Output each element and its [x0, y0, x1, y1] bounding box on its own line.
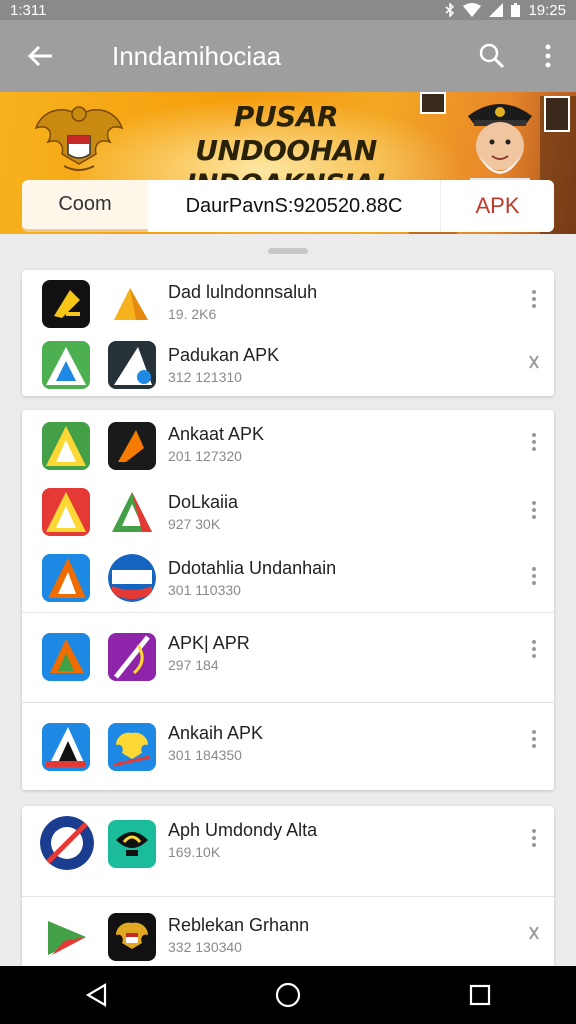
- more-vert-icon[interactable]: [522, 428, 546, 456]
- app-meta: 927 30K: [168, 516, 221, 532]
- banner-tabs: Coom DaurPavnS:920520.88C APK: [22, 180, 554, 232]
- more-vert-icon[interactable]: [522, 635, 546, 663]
- status-time: 1:311: [10, 1, 47, 19]
- app-name: Dad lulndonnsaluh: [168, 282, 318, 302]
- list-item[interactable]: Ddotahlia Undanhain 301 110330: [22, 544, 554, 612]
- app-name: APK| APR: [168, 633, 250, 653]
- blue-orange-play-icon: [42, 633, 90, 681]
- app-name: Ankaih APK: [168, 723, 264, 743]
- teal-black-logo-icon: [108, 820, 156, 868]
- blue-orange-a-icon: [42, 554, 90, 602]
- app-card: Ankaat APK 201 127320 DoLkaiia 927 30K D…: [22, 410, 554, 790]
- app-name: Padukan APK: [168, 345, 280, 365]
- black-gold-emblem-icon: [108, 913, 156, 961]
- list-item[interactable]: APK| APR 297 184: [22, 612, 554, 702]
- green-yellow-a-icon: [42, 422, 90, 470]
- list-item[interactable]: DoLkaiia 927 30K: [22, 478, 554, 544]
- app-meta: 301 184350: [168, 747, 242, 763]
- list-item[interactable]: Reblekan Grhann 332 130340: [22, 896, 554, 966]
- app-card: Aph Umdondy Alta 169.10K Reblekan Grhann…: [22, 806, 554, 966]
- search-icon[interactable]: [464, 20, 520, 92]
- signal-icon: [489, 3, 504, 17]
- more-vert-icon[interactable]: [520, 20, 576, 92]
- home-circle-icon[interactable]: [258, 966, 318, 1024]
- garuda-emblem-icon: [34, 106, 124, 171]
- app-meta: 169.10K: [168, 844, 221, 860]
- purple-slash-icon: [108, 633, 156, 681]
- blue-black-a-icon: [42, 723, 90, 771]
- promo-banner[interactable]: PUSAR UNDOOHAN INDOAKNSIA! Coom DaurPavn…: [0, 92, 576, 234]
- drag-handle[interactable]: [268, 248, 308, 254]
- app-meta: 312 121310: [168, 369, 242, 385]
- black-orange-logo-icon: [108, 422, 156, 470]
- list-item[interactable]: Ankaat APK 201 127320: [22, 410, 554, 478]
- white-green-triangle-icon: [108, 488, 156, 536]
- more-vert-icon[interactable]: [522, 562, 546, 590]
- tab-apk[interactable]: APK: [440, 180, 554, 232]
- app-meta: 297 184: [168, 657, 219, 673]
- system-nav-bar: [0, 966, 576, 1024]
- app-meta: 332 130340: [168, 939, 242, 955]
- status-bar: 1:311 19:25: [0, 0, 576, 20]
- black-yellow-logo-icon: [42, 280, 90, 328]
- blue-red-round-icon: [108, 554, 156, 602]
- app-meta: 19. 2K6: [168, 306, 217, 322]
- blue-yellow-emblem-icon: [108, 723, 156, 771]
- green-blue-triangle-icon: [42, 341, 90, 389]
- list-item[interactable]: Dad lulndonnsaluh 19. 2K6: [22, 270, 554, 333]
- back-triangle-icon[interactable]: [66, 966, 126, 1024]
- dark-white-triangle-icon: [108, 341, 156, 389]
- app-name: Ankaat APK: [168, 424, 265, 444]
- app-name: Aph Umdondy Alta: [168, 820, 318, 840]
- more-vert-icon[interactable]: [522, 285, 546, 313]
- red-yellow-a-icon: [42, 488, 90, 536]
- phone-icon: [544, 96, 570, 132]
- list-item[interactable]: Aph Umdondy Alta 169.10K: [22, 806, 554, 896]
- app-meta: 301 110330: [168, 582, 241, 598]
- blue-red-circle-icon: [40, 816, 94, 870]
- list-item[interactable]: Padukan APK 312 121310: [22, 333, 554, 396]
- more-vert-icon[interactable]: [522, 725, 546, 753]
- tab-left[interactable]: Coom: [22, 180, 148, 232]
- app-list[interactable]: Dad lulndonnsaluh 19. 2K6 Padukan APK 31…: [0, 234, 576, 966]
- reorder-icon[interactable]: [522, 348, 546, 376]
- yellow-triangle-icon: [108, 280, 156, 328]
- tab-mid[interactable]: DaurPavnS:920520.88C: [148, 180, 440, 232]
- bluetooth-icon: [445, 3, 455, 17]
- app-card: Dad lulndonnsaluh 19. 2K6 Padukan APK 31…: [22, 270, 554, 396]
- app-meta: 201 127320: [168, 448, 242, 464]
- mascot-illustration: [468, 104, 532, 190]
- banner-headline-line1: PUSAR UNDOOHAN: [195, 100, 377, 167]
- app-name: Ddotahlia Undanhain: [168, 558, 337, 578]
- app-name: Reblekan Grhann: [168, 915, 310, 935]
- app-name: DoLkaiia: [168, 492, 239, 512]
- status-time-right: 19:25: [528, 1, 566, 19]
- back-arrow-icon[interactable]: [0, 20, 80, 92]
- page-title: Inndamihociaa: [112, 40, 282, 71]
- green-red-play-icon: [42, 913, 90, 961]
- list-item[interactable]: Ankaih APK 301 184350: [22, 702, 554, 790]
- reorder-icon[interactable]: [522, 919, 546, 947]
- wifi-icon: [463, 3, 482, 17]
- battery-icon: [511, 3, 521, 17]
- more-vert-icon[interactable]: [522, 496, 546, 524]
- more-vert-icon[interactable]: [522, 824, 546, 852]
- app-bar: Inndamihociaa: [0, 20, 576, 92]
- recents-square-icon[interactable]: [450, 966, 510, 1024]
